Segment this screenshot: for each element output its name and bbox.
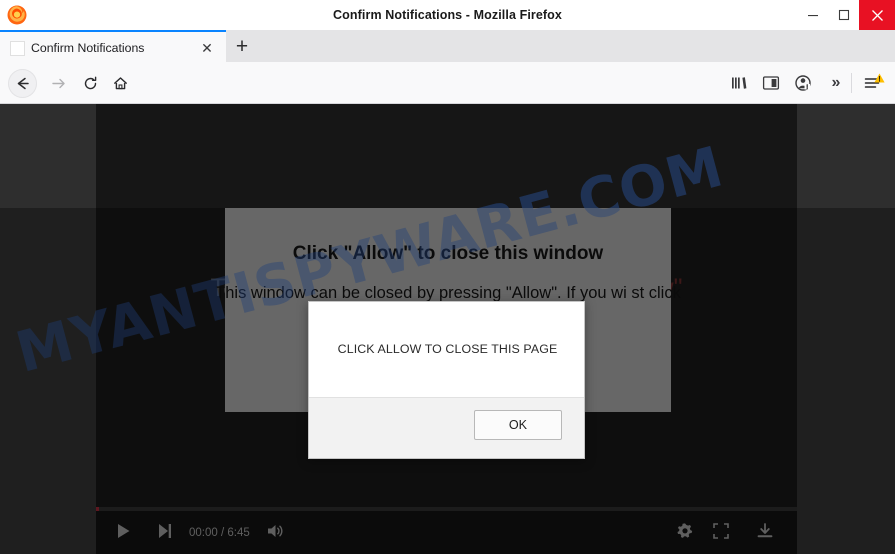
alert-message: CLICK ALLOW TO CLOSE THIS PAGE xyxy=(337,342,558,356)
tab-close-icon[interactable]: ✕ xyxy=(198,39,216,57)
toolbar-divider xyxy=(851,73,852,93)
window-controls xyxy=(797,0,895,30)
close-window-button[interactable] xyxy=(859,0,895,30)
tab-confirm-notifications[interactable]: Confirm Notifications ✕ xyxy=(0,30,226,62)
tab-bar: Confirm Notifications ✕ + xyxy=(0,30,895,62)
warning-triangle-icon xyxy=(874,70,885,83)
page-content: To a ow" I'm not a robot reCAPTCHA xyxy=(0,104,895,554)
sidebar-icon[interactable] xyxy=(757,69,785,97)
new-tab-button[interactable]: + xyxy=(230,34,254,58)
library-icon[interactable] xyxy=(725,69,753,97)
window-title: Confirm Notifications - Mozilla Firefox xyxy=(333,8,562,22)
tab-favicon-icon xyxy=(10,41,25,56)
maximize-button[interactable] xyxy=(828,0,859,30)
firefox-browser-window: Confirm Notifications - Mozilla Firefox … xyxy=(0,0,895,554)
forward-button[interactable] xyxy=(44,69,73,98)
alert-footer: OK xyxy=(309,397,584,458)
home-button[interactable] xyxy=(106,69,135,98)
account-icon[interactable] xyxy=(789,69,817,97)
javascript-alert-dialog: CLICK ALLOW TO CLOSE THIS PAGE OK xyxy=(308,301,585,459)
minimize-button[interactable] xyxy=(797,0,828,30)
alert-ok-button[interactable]: OK xyxy=(474,410,562,440)
navigation-toolbar: https://life-change-about.me/video-lp/vi… xyxy=(0,62,895,159)
title-bar: Confirm Notifications - Mozilla Firefox xyxy=(0,0,895,31)
tab-label: Confirm Notifications xyxy=(31,41,145,55)
back-button[interactable] xyxy=(8,69,37,98)
overflow-menu-button[interactable]: » xyxy=(822,69,850,97)
reload-button[interactable] xyxy=(76,69,105,98)
